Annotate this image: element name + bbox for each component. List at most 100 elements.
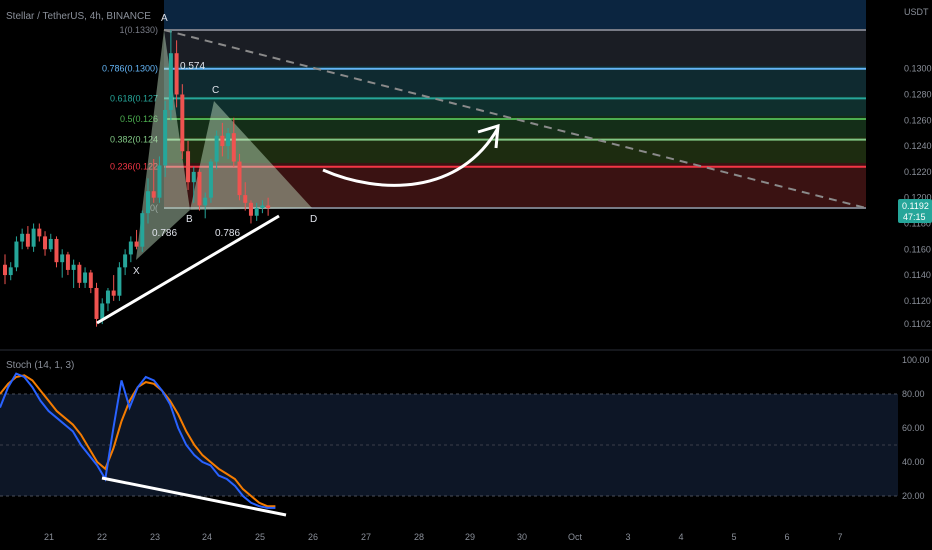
price-tick: 0.1160 bbox=[904, 244, 931, 254]
candle-body bbox=[8, 267, 13, 276]
candle-body bbox=[60, 254, 65, 263]
date-tick: 7 bbox=[837, 532, 842, 542]
last-price-countdown: 47:15 bbox=[903, 212, 926, 222]
candle-body bbox=[77, 264, 82, 283]
price-tick: 0.1120 bbox=[904, 296, 931, 306]
date-tick: 26 bbox=[308, 532, 318, 542]
price-tick: 0.1102 bbox=[904, 319, 931, 329]
currency-label: USDT bbox=[904, 7, 929, 17]
candle-body bbox=[266, 205, 271, 208]
fib-band-1 bbox=[164, 30, 866, 66]
candle-body bbox=[88, 272, 93, 288]
stoch-axis[interactable]: 100.00 80.00 60.00 40.00 20.00 bbox=[902, 355, 930, 501]
price-tick: 0.1140 bbox=[904, 270, 931, 280]
price-tick: 0.1300 bbox=[904, 64, 932, 74]
candle-body bbox=[54, 238, 59, 263]
price-tick: 0.1240 bbox=[904, 141, 932, 151]
candle-body bbox=[37, 228, 42, 237]
stoch-tick: 20.00 bbox=[902, 491, 925, 501]
last-price-value: 0.1192 bbox=[902, 201, 929, 211]
point-B: B bbox=[186, 214, 193, 225]
date-tick: 27 bbox=[361, 532, 371, 542]
date-tick: 24 bbox=[202, 532, 212, 542]
candle-body bbox=[157, 165, 162, 198]
candle-body bbox=[25, 233, 30, 247]
ratio-bd: 0.786 bbox=[215, 228, 240, 239]
candle-body bbox=[43, 236, 48, 250]
stoch-tick: 40.00 bbox=[902, 457, 925, 467]
price-axis[interactable]: 0.13000.12800.12600.12400.12200.12000.11… bbox=[904, 64, 932, 329]
point-D: D bbox=[310, 214, 317, 225]
candle-body bbox=[48, 238, 53, 250]
candle-body bbox=[151, 191, 156, 198]
price-tick: 0.1260 bbox=[904, 115, 932, 125]
date-tick: 30 bbox=[517, 532, 527, 542]
support-trendline bbox=[96, 214, 280, 325]
candle-body bbox=[31, 228, 36, 247]
candle-body bbox=[134, 241, 139, 247]
candle-body bbox=[71, 264, 76, 270]
date-tick: 22 bbox=[97, 532, 107, 542]
date-tick: Oct bbox=[568, 532, 583, 542]
date-tick: 21 bbox=[44, 532, 54, 542]
candle-body bbox=[186, 151, 191, 183]
candle-body bbox=[237, 161, 242, 196]
stoch-tick: 60.00 bbox=[902, 423, 925, 433]
main-pane: 1(0.1330) 0.786(0.1300) 0.618(0.127 0.5(0.1… bbox=[3, 0, 867, 327]
candle-body bbox=[220, 135, 225, 147]
chart-title: Stellar / TetherUS, 4h, BINANCE bbox=[6, 11, 151, 22]
candle-body bbox=[226, 133, 231, 147]
candle-body bbox=[180, 94, 185, 152]
candle-body bbox=[231, 133, 236, 162]
candle-body bbox=[191, 171, 196, 183]
candle-body bbox=[65, 254, 70, 270]
fib-top-band bbox=[164, 0, 866, 30]
fib-label: 1(0.1330) bbox=[119, 25, 158, 35]
date-tick: 29 bbox=[465, 532, 475, 542]
candle-body bbox=[3, 264, 7, 276]
date-tick: 5 bbox=[731, 532, 736, 542]
candle-body bbox=[163, 109, 168, 166]
candle-body bbox=[260, 205, 265, 208]
stoch-pane bbox=[0, 372, 898, 517]
date-tick: 23 bbox=[150, 532, 160, 542]
candle-body bbox=[168, 53, 173, 110]
fib-band-2 bbox=[164, 66, 866, 96]
candle-body bbox=[100, 303, 105, 319]
ratio-xb: 0.786 bbox=[152, 228, 177, 239]
candle-body bbox=[174, 53, 179, 95]
candle-body bbox=[94, 287, 99, 319]
candle-body bbox=[83, 272, 88, 283]
fib-label: 0.786(0.1300) bbox=[102, 64, 158, 74]
stoch-tick: 80.00 bbox=[902, 389, 925, 399]
candle-body bbox=[111, 290, 116, 296]
candle-body bbox=[203, 197, 208, 206]
candle-body bbox=[123, 254, 128, 268]
stoch-title: Stoch (14, 1, 3) bbox=[6, 360, 75, 371]
date-tick: 28 bbox=[414, 532, 424, 542]
time-axis[interactable]: 21 22 23 24 25 26 27 28 29 30 Oct 3 4 5 6 7 bbox=[44, 532, 843, 542]
date-tick: 25 bbox=[255, 532, 265, 542]
fib-label: 0.618(0.127 bbox=[110, 93, 158, 103]
candle-body bbox=[20, 233, 25, 242]
point-X: X bbox=[133, 266, 140, 277]
candle-body bbox=[146, 191, 150, 214]
candle-body bbox=[214, 135, 219, 162]
candle-body bbox=[14, 241, 19, 268]
date-tick: 3 bbox=[625, 532, 630, 542]
point-C: C bbox=[212, 85, 219, 96]
date-tick: 6 bbox=[784, 532, 789, 542]
candle-body bbox=[248, 202, 253, 216]
ratio-ab: 0.574 bbox=[180, 61, 205, 72]
candle-body bbox=[208, 161, 213, 198]
candle-body bbox=[117, 267, 122, 296]
date-tick: 4 bbox=[678, 532, 683, 542]
chart-canvas: 1(0.1330) 0.786(0.1300) 0.618(0.127 0.5(0.1… bbox=[0, 0, 932, 542]
candle-body bbox=[105, 290, 110, 304]
fib-label: 0.5(0.126 bbox=[120, 114, 158, 124]
point-A: A bbox=[161, 13, 168, 24]
candle-body bbox=[128, 241, 133, 255]
candle-body bbox=[243, 195, 248, 203]
candle-body bbox=[197, 171, 202, 206]
stoch-tick: 100.00 bbox=[902, 355, 930, 365]
